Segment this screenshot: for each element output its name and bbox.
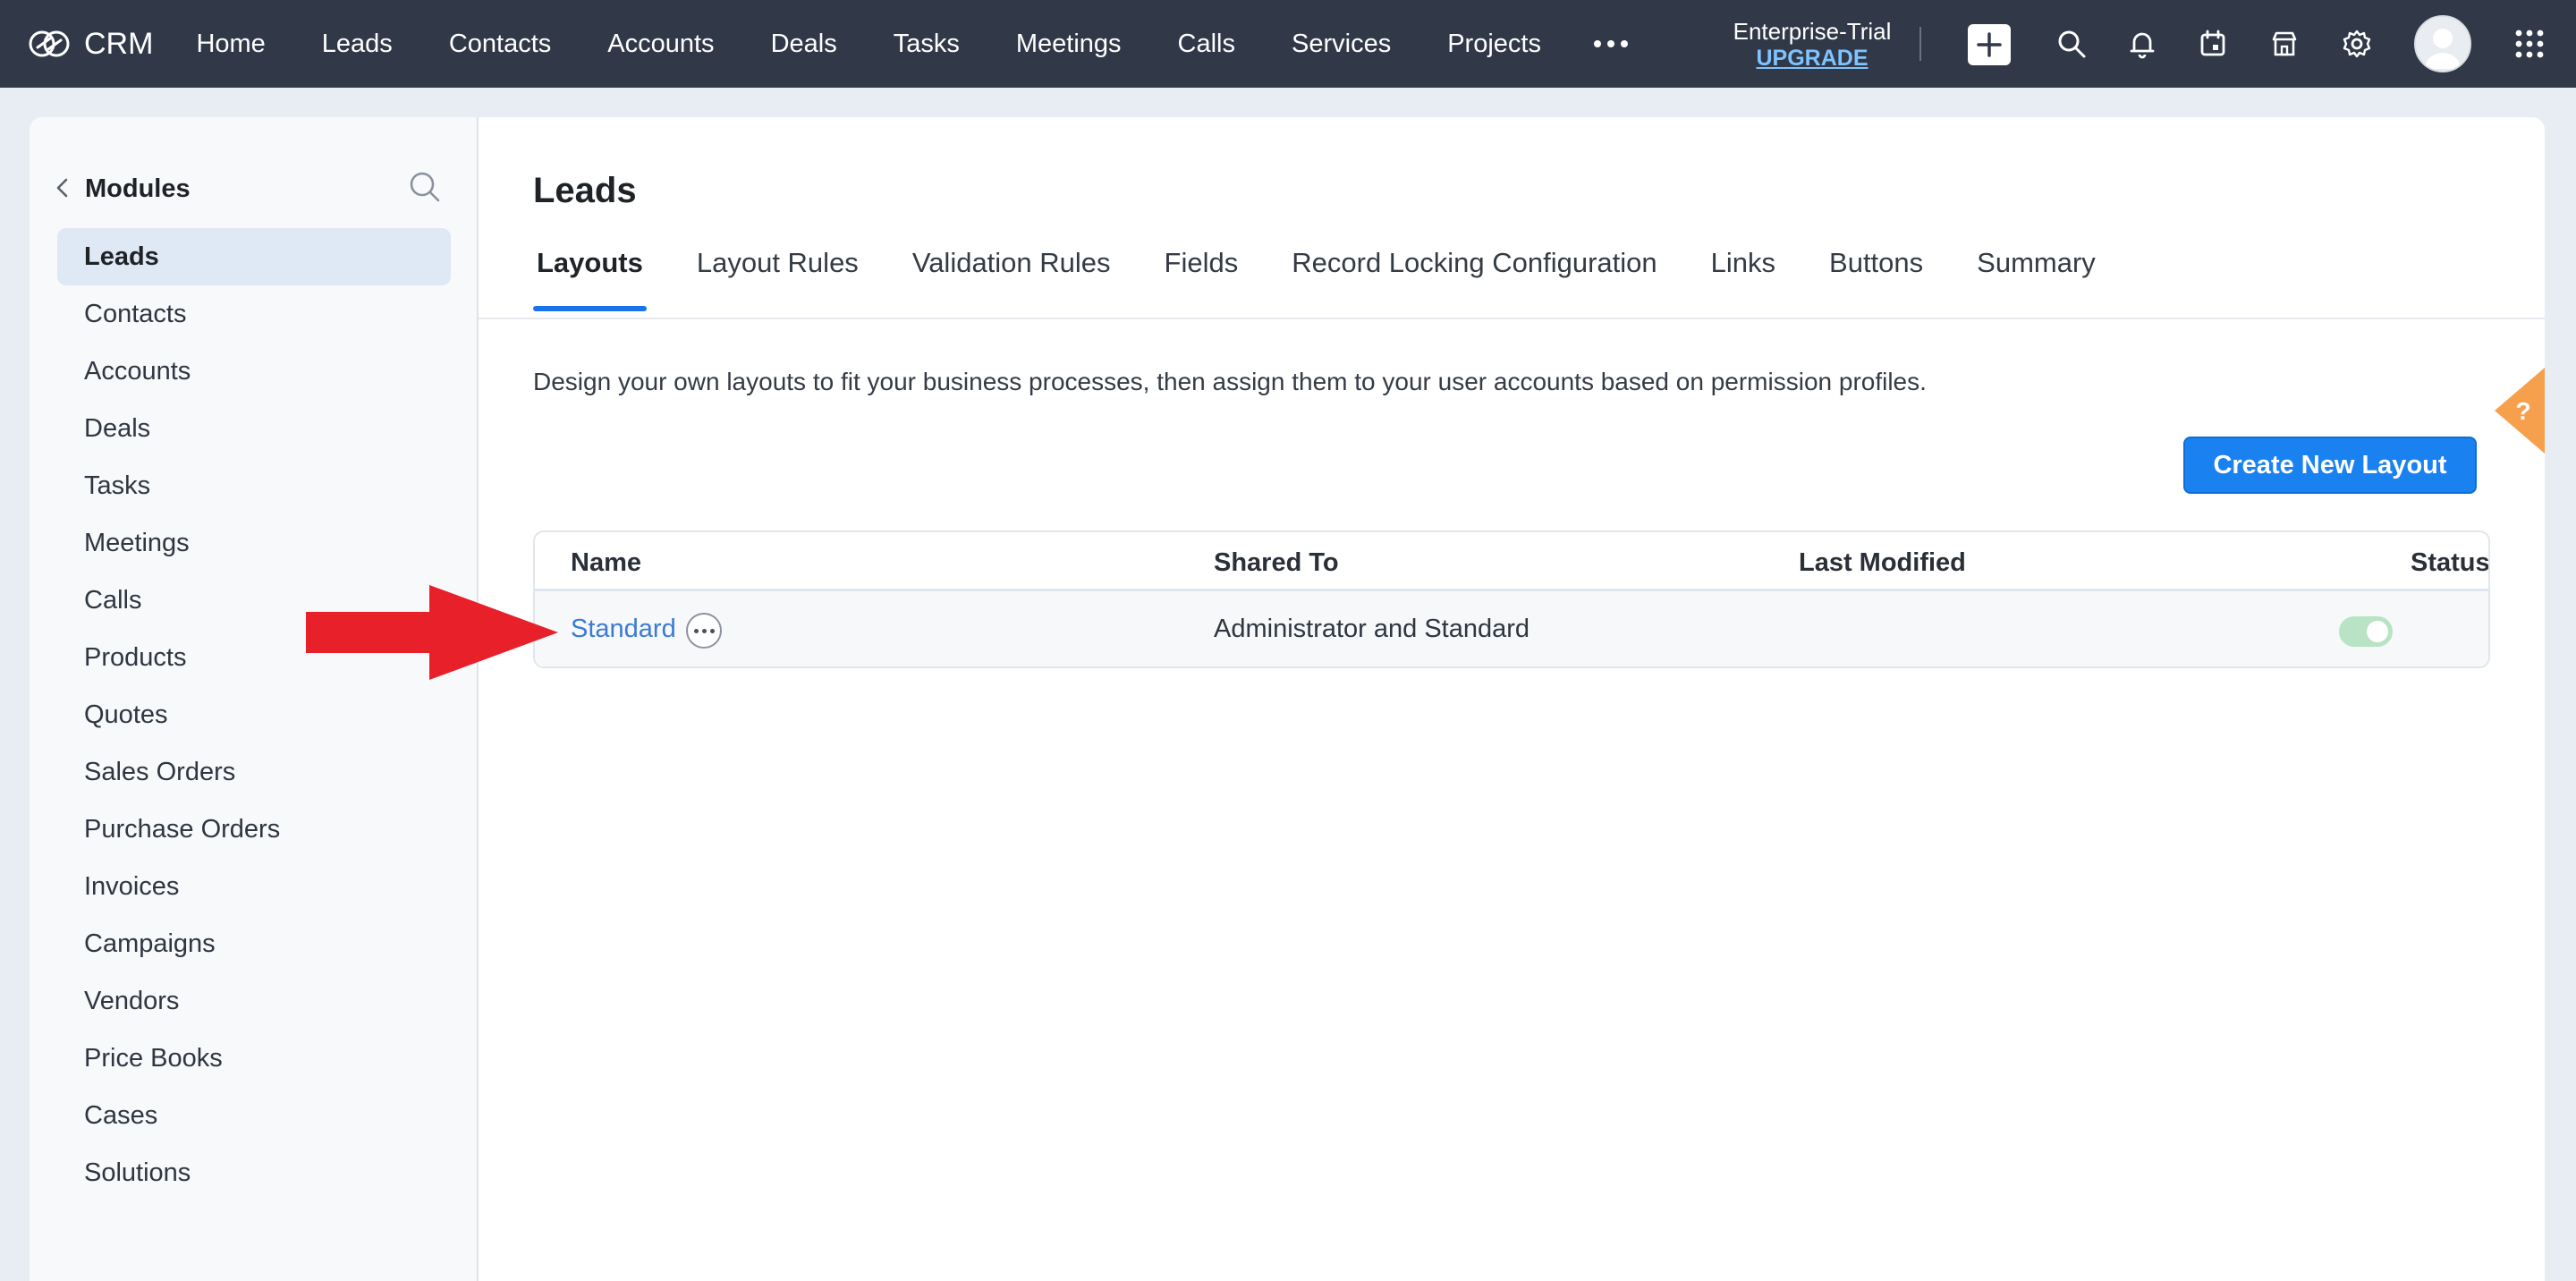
nav-deals[interactable]: Deals <box>771 30 837 59</box>
page-title: Leads <box>533 171 637 210</box>
main-panel: Leads Layouts Layout Rules Validation Ru… <box>479 117 2545 1281</box>
brand-name: CRM <box>84 26 154 61</box>
toggle-knob <box>2367 621 2388 642</box>
tab-summary[interactable]: Summary <box>1973 247 2099 310</box>
bell-icon <box>2130 32 2155 59</box>
nav-more-icon[interactable] <box>1593 40 1628 47</box>
sidebar-item-contacts[interactable]: Contacts <box>57 285 451 343</box>
column-last-modified: Last Modified <box>1799 548 1966 577</box>
trial-info: Enterprise-Trial UPGRADE <box>1732 18 1893 72</box>
modules-sidebar: Modules Leads Contacts Accounts Deals Ta… <box>30 117 479 1281</box>
tab-links[interactable]: Links <box>1707 247 1779 310</box>
crm-logo-icon <box>29 30 70 57</box>
nav-home[interactable]: Home <box>196 30 265 59</box>
app-grid-icon[interactable] <box>2513 28 2546 60</box>
help-label: ? <box>2515 397 2530 425</box>
help-icon[interactable]: ? <box>2491 368 2545 454</box>
module-tabs: Layouts Layout Rules Validation Rules Fi… <box>533 247 2146 311</box>
layout-name-link[interactable]: Standard <box>571 615 676 644</box>
sidebar-header: Modules <box>30 167 479 212</box>
user-icon <box>2416 17 2470 71</box>
sidebar-item-price-books[interactable]: Price Books <box>57 1030 451 1087</box>
sidebar-item-purchase-orders[interactable]: Purchase Orders <box>57 801 451 858</box>
user-avatar[interactable] <box>2414 15 2471 72</box>
chevron-left-icon[interactable] <box>49 174 76 201</box>
tabs-divider <box>479 318 2545 319</box>
top-navigation-bar: CRM Home Leads Contacts Accounts Deals T… <box>0 0 2576 88</box>
search-icon[interactable] <box>407 169 443 205</box>
annotation-arrow-icon <box>306 585 558 680</box>
create-new-layout-button[interactable]: Create New Layout <box>2183 437 2477 494</box>
sidebar-item-accounts[interactable]: Accounts <box>57 343 451 400</box>
calendar-button[interactable] <box>2195 26 2231 62</box>
nav-meetings[interactable]: Meetings <box>1016 30 1122 59</box>
sidebar-item-vendors[interactable]: Vendors <box>57 972 451 1030</box>
shared-to-value: Administrator and Standard <box>1214 615 1530 643</box>
search-icon <box>2058 30 2086 58</box>
nav-projects[interactable]: Projects <box>1447 30 1541 59</box>
sidebar-item-invoices[interactable]: Invoices <box>57 858 451 915</box>
module-list: Leads Contacts Accounts Deals Tasks Meet… <box>57 228 451 1201</box>
tab-fields[interactable]: Fields <box>1161 247 1242 310</box>
nav-accounts[interactable]: Accounts <box>607 30 714 59</box>
tab-buttons[interactable]: Buttons <box>1826 247 1927 310</box>
tab-layout-rules[interactable]: Layout Rules <box>693 247 862 310</box>
nav-services[interactable]: Services <box>1292 30 1391 59</box>
marketplace-button[interactable] <box>2267 26 2302 62</box>
layouts-description: Design your own layouts to fit your busi… <box>533 368 1927 395</box>
crm-logo[interactable]: CRM <box>27 27 153 62</box>
sidebar-item-cases[interactable]: Cases <box>57 1087 451 1144</box>
sidebar-item-solutions[interactable]: Solutions <box>57 1144 451 1201</box>
calendar-icon <box>2200 30 2225 56</box>
sidebar-item-quotes[interactable]: Quotes <box>57 686 451 743</box>
search-button[interactable] <box>2054 26 2089 62</box>
table-header: Name Shared To Last Modified Status <box>535 532 2488 591</box>
nav-calls[interactable]: Calls <box>1178 30 1235 59</box>
tab-validation-rules[interactable]: Validation Rules <box>909 247 1114 310</box>
nav-tasks[interactable]: Tasks <box>894 30 960 59</box>
column-status: Status <box>2411 548 2490 577</box>
row-more-options-icon[interactable] <box>686 613 722 649</box>
nav-leads[interactable]: Leads <box>322 30 393 59</box>
tab-layouts[interactable]: Layouts <box>533 247 647 311</box>
sidebar-item-meetings[interactable]: Meetings <box>57 514 451 572</box>
store-icon <box>2272 31 2297 56</box>
trial-edition: Enterprise-Trial <box>1733 18 1892 45</box>
column-name: Name <box>571 548 641 577</box>
main-nav: Home Leads Contacts Accounts Deals Tasks… <box>196 0 1628 88</box>
gear-icon <box>2343 30 2371 58</box>
status-toggle[interactable] <box>2339 616 2393 647</box>
notifications-button[interactable] <box>2124 26 2160 62</box>
sidebar-item-leads[interactable]: Leads <box>57 228 451 285</box>
column-shared-to: Shared To <box>1214 548 1339 577</box>
table-row: Standard Administrator and Standard <box>535 591 2488 666</box>
sidebar-item-campaigns[interactable]: Campaigns <box>57 915 451 972</box>
sidebar-title: Modules <box>85 174 191 203</box>
sidebar-item-sales-orders[interactable]: Sales Orders <box>57 743 451 801</box>
settings-button[interactable] <box>2339 26 2375 62</box>
sidebar-item-deals[interactable]: Deals <box>57 400 451 457</box>
quick-create-button[interactable] <box>1968 24 2011 65</box>
sidebar-item-tasks[interactable]: Tasks <box>57 457 451 514</box>
tab-record-locking[interactable]: Record Locking Configuration <box>1288 247 1660 310</box>
plus-icon <box>1977 32 2002 57</box>
layouts-table: Name Shared To Last Modified Status Stan… <box>533 530 2490 668</box>
topbar-divider <box>1919 27 1921 61</box>
nav-contacts[interactable]: Contacts <box>449 30 551 59</box>
upgrade-link[interactable]: UPGRADE <box>1732 45 1893 72</box>
